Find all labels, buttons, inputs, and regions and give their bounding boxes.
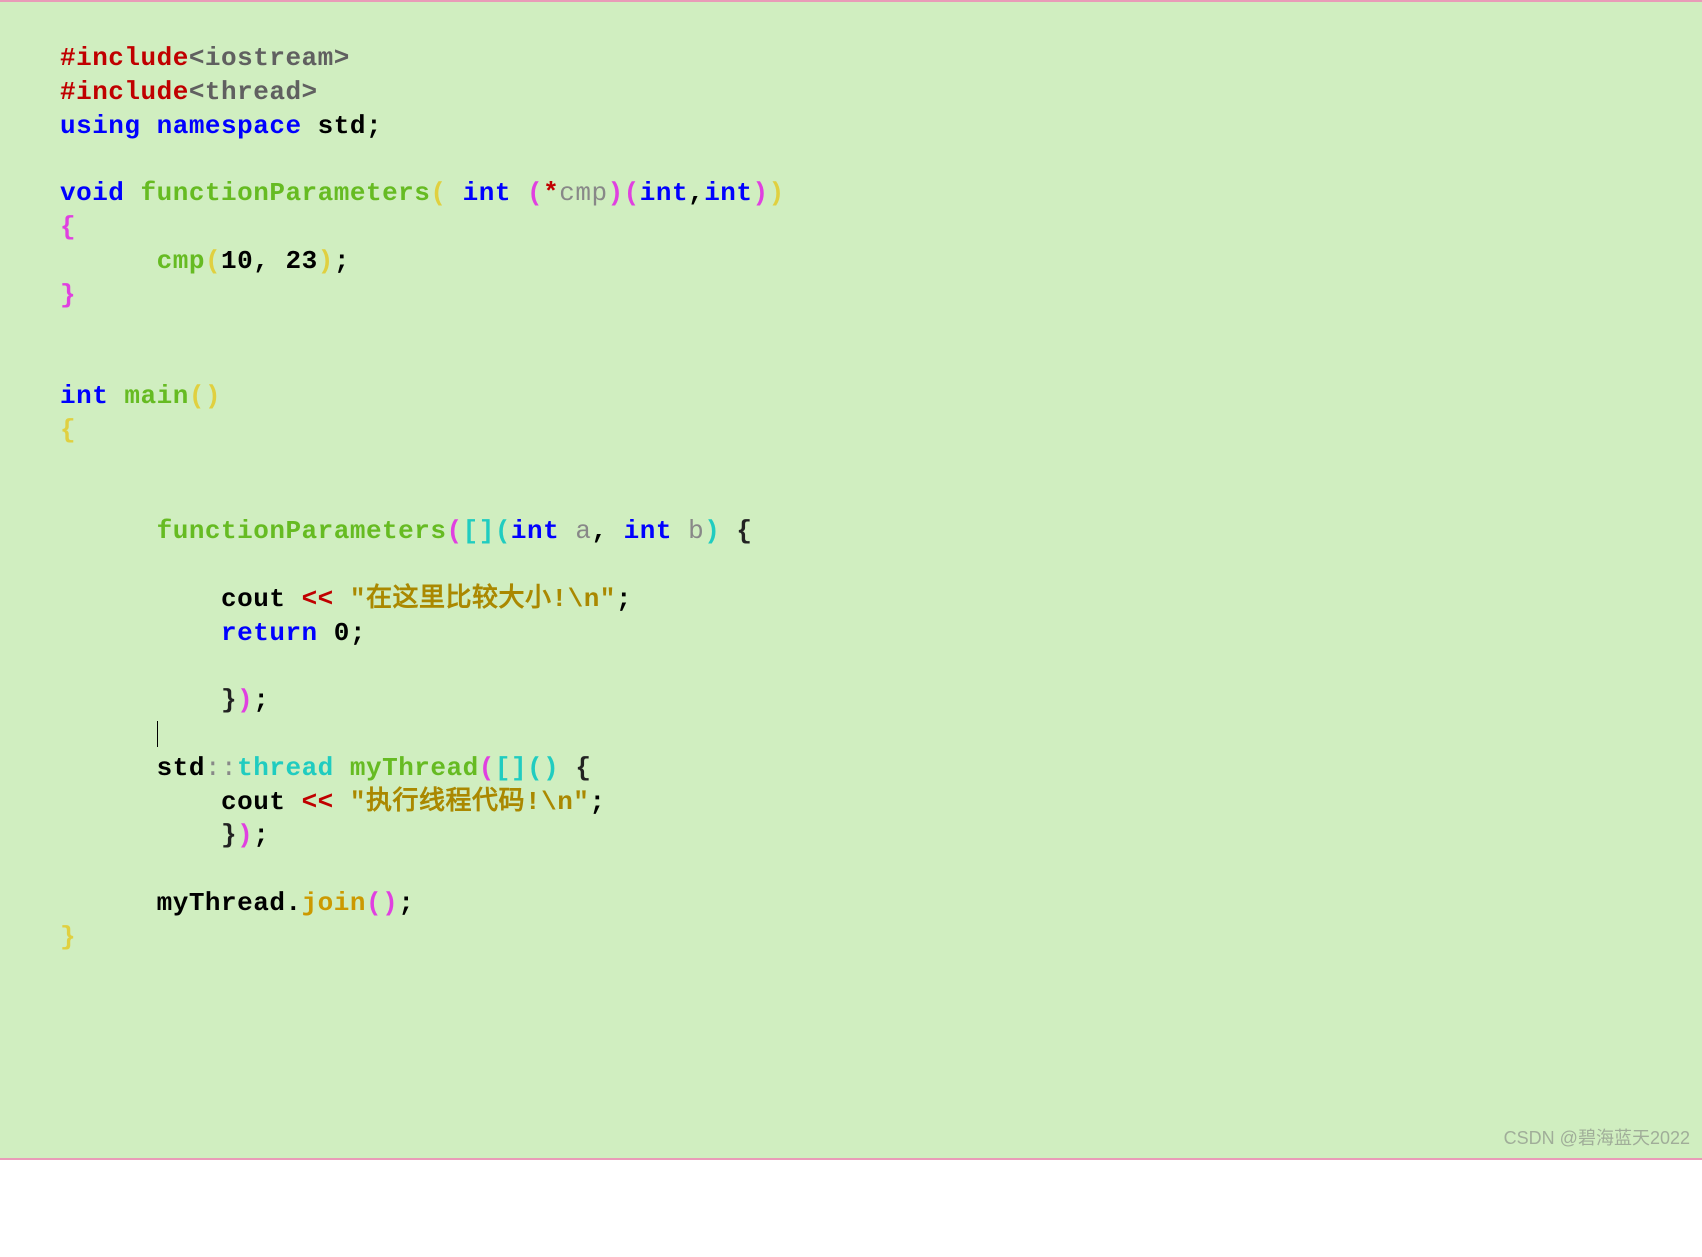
paren: ) xyxy=(543,753,559,783)
join-method: join xyxy=(302,888,366,918)
paren: ( xyxy=(446,516,462,546)
main-ident: main xyxy=(124,381,188,411)
thread-type: thread xyxy=(237,753,334,783)
void-kw: void xyxy=(60,178,124,208)
paren: ) xyxy=(608,178,624,208)
preproc-include2: #include xyxy=(60,77,189,107)
semi: ; xyxy=(398,888,414,918)
lambda-capture: [ xyxy=(495,753,511,783)
brace-close: } xyxy=(60,280,76,310)
code-block: #include<iostream> #include<thread> usin… xyxy=(0,0,1702,1160)
paren: ( xyxy=(527,178,543,208)
string-exec: "执行线程代码!\n" xyxy=(350,787,590,817)
op-stream: << xyxy=(302,584,334,614)
cout: cout xyxy=(221,787,285,817)
comma: , xyxy=(688,178,704,208)
num-23: 23 xyxy=(285,246,317,276)
semi: ; xyxy=(616,584,632,614)
paren: ( xyxy=(479,753,495,783)
int-kw: int xyxy=(60,381,108,411)
semi: ; xyxy=(350,618,366,648)
num-10: 10 xyxy=(221,246,253,276)
int-kw: int xyxy=(704,178,752,208)
string-compare: "在这里比较大小!\n" xyxy=(350,584,616,614)
paren: ) xyxy=(382,888,398,918)
semi: ; xyxy=(253,685,269,715)
paren: ( xyxy=(189,381,205,411)
int-kw: int xyxy=(463,178,511,208)
cmp-param: cmp xyxy=(559,178,607,208)
semi: ; xyxy=(366,111,382,141)
paren: ( xyxy=(624,178,640,208)
std-ident: std xyxy=(318,111,366,141)
cout: cout xyxy=(221,584,285,614)
int-kw: int xyxy=(624,516,672,546)
brace-close: } xyxy=(221,685,237,715)
comma: , xyxy=(591,516,607,546)
include2-header: <thread> xyxy=(189,77,318,107)
text-cursor xyxy=(157,721,158,747)
brace-close: } xyxy=(60,922,76,952)
watermark-text: CSDN @碧海蓝天2022 xyxy=(1504,1124,1690,1150)
scope-op: :: xyxy=(205,753,237,783)
func-decl-name: functionParameters xyxy=(141,178,431,208)
brace-open: { xyxy=(736,516,752,546)
namespace-kw: namespace xyxy=(157,111,302,141)
dot: . xyxy=(285,888,301,918)
star: * xyxy=(543,178,559,208)
paren: ( xyxy=(205,246,221,276)
param-a: a xyxy=(575,516,591,546)
code-pre: #include<iostream> #include<thread> usin… xyxy=(60,42,1642,955)
paren: ) xyxy=(237,820,253,850)
return-kw: return xyxy=(221,618,318,648)
op-stream: << xyxy=(302,787,334,817)
semi: ; xyxy=(334,246,350,276)
std-ns: std xyxy=(157,753,205,783)
param-b: b xyxy=(688,516,704,546)
lambda-capture: [ xyxy=(463,516,479,546)
paren: ( xyxy=(366,888,382,918)
brace-open: { xyxy=(575,753,591,783)
paren: ( xyxy=(430,178,446,208)
myThread-decl: myThread xyxy=(350,753,479,783)
paren: ( xyxy=(527,753,543,783)
paren: ) xyxy=(318,246,334,276)
using-kw: using xyxy=(60,111,141,141)
paren: ( xyxy=(495,516,511,546)
brace-close: } xyxy=(221,820,237,850)
zero: 0 xyxy=(334,618,350,648)
int-kw: int xyxy=(640,178,688,208)
preproc-include1: #include xyxy=(60,43,189,73)
myThread-ident: myThread xyxy=(157,888,286,918)
paren: ) xyxy=(769,178,785,208)
int-kw: int xyxy=(511,516,559,546)
lambda-capture: ] xyxy=(511,753,527,783)
lambda-capture: ] xyxy=(479,516,495,546)
paren: ) xyxy=(704,516,720,546)
brace-open: { xyxy=(60,212,76,242)
include1-header: <iostream> xyxy=(189,43,350,73)
functionParameters-call: functionParameters xyxy=(157,516,447,546)
paren: ) xyxy=(205,381,221,411)
semi: ; xyxy=(589,787,605,817)
paren: ) xyxy=(753,178,769,208)
brace-open: { xyxy=(60,415,76,445)
paren: ) xyxy=(237,685,253,715)
semi: ; xyxy=(253,820,269,850)
comma: , xyxy=(253,246,269,276)
cmp-call: cmp xyxy=(157,246,205,276)
